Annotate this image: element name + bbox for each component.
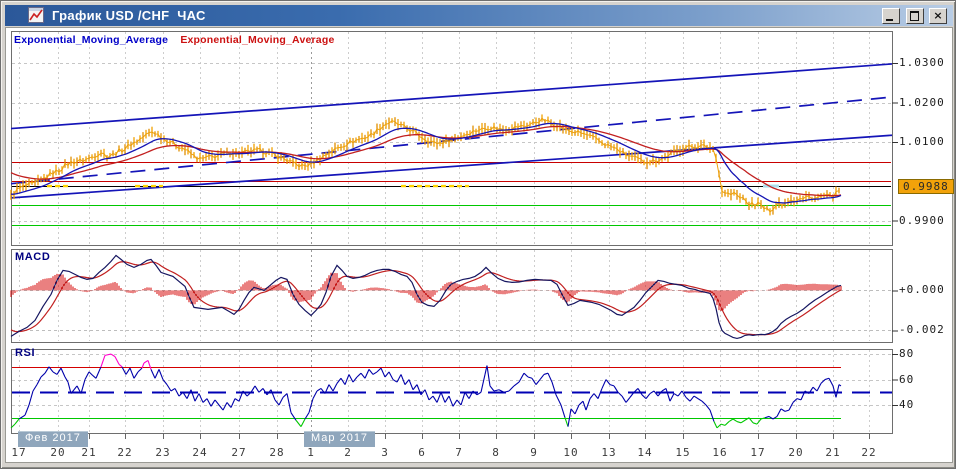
date-tick-label: 20: [50, 446, 66, 459]
month-label-feb: Фев 2017: [18, 431, 88, 447]
date-tick-label: 20: [788, 446, 804, 459]
date-tick-label: 23: [155, 446, 171, 459]
date-tick-label: 10: [563, 446, 579, 459]
value-tick-label: 60: [899, 372, 915, 386]
date-tick-label: 21: [81, 446, 97, 459]
date-tick-label: 9: [530, 446, 538, 459]
date-tick-label: 21: [825, 446, 841, 459]
chart-canvas[interactable]: [1, 1, 956, 469]
value-tick-label: 80: [899, 347, 915, 361]
date-tick-label: 15: [675, 446, 691, 459]
value-tick-label: -0.002: [899, 323, 945, 337]
date-tick-label: 17: [11, 446, 27, 459]
date-tick-label: 22: [117, 446, 133, 459]
date-tick-label: 14: [637, 446, 653, 459]
current-price-label: 0.9988: [898, 179, 954, 195]
date-tick-label: 28: [269, 446, 285, 459]
chart-window: График USD /CHF ЧАС × Exponential_Moving…: [0, 0, 956, 469]
value-tick-label: +0.000: [899, 283, 945, 297]
date-tick-label: 7: [455, 446, 463, 459]
value-tick-label: 1.0300: [899, 56, 945, 70]
value-tick-label: 1.0100: [899, 134, 945, 148]
value-tick-label: 1.0200: [899, 95, 945, 109]
date-tick-label: 24: [192, 446, 208, 459]
month-label-mar: Мар 2017: [304, 431, 376, 447]
macd-panel-label: MACD: [15, 251, 51, 263]
legend-ema-red: Exponential_Moving_Average: [180, 34, 335, 46]
date-tick-label: 1: [307, 446, 315, 459]
date-tick-label: 3: [381, 446, 389, 459]
date-tick-label: 22: [861, 446, 877, 459]
date-tick-label: 8: [492, 446, 500, 459]
rsi-panel-label: RSI: [15, 347, 36, 359]
legend-ema-blue: Exponential_Moving_Average: [14, 34, 169, 46]
date-tick-label: 6: [418, 446, 426, 459]
date-tick-label: 13: [601, 446, 617, 459]
date-tick-label: 27: [231, 446, 247, 459]
date-tick-label: 2: [344, 446, 352, 459]
indicator-legend: Exponential_Moving_Average Exponential_M…: [14, 34, 335, 46]
value-tick-label: 0.9900: [899, 213, 945, 227]
date-tick-label: 17: [750, 446, 766, 459]
value-tick-label: 40: [899, 398, 915, 411]
date-tick-label: 16: [712, 446, 728, 459]
